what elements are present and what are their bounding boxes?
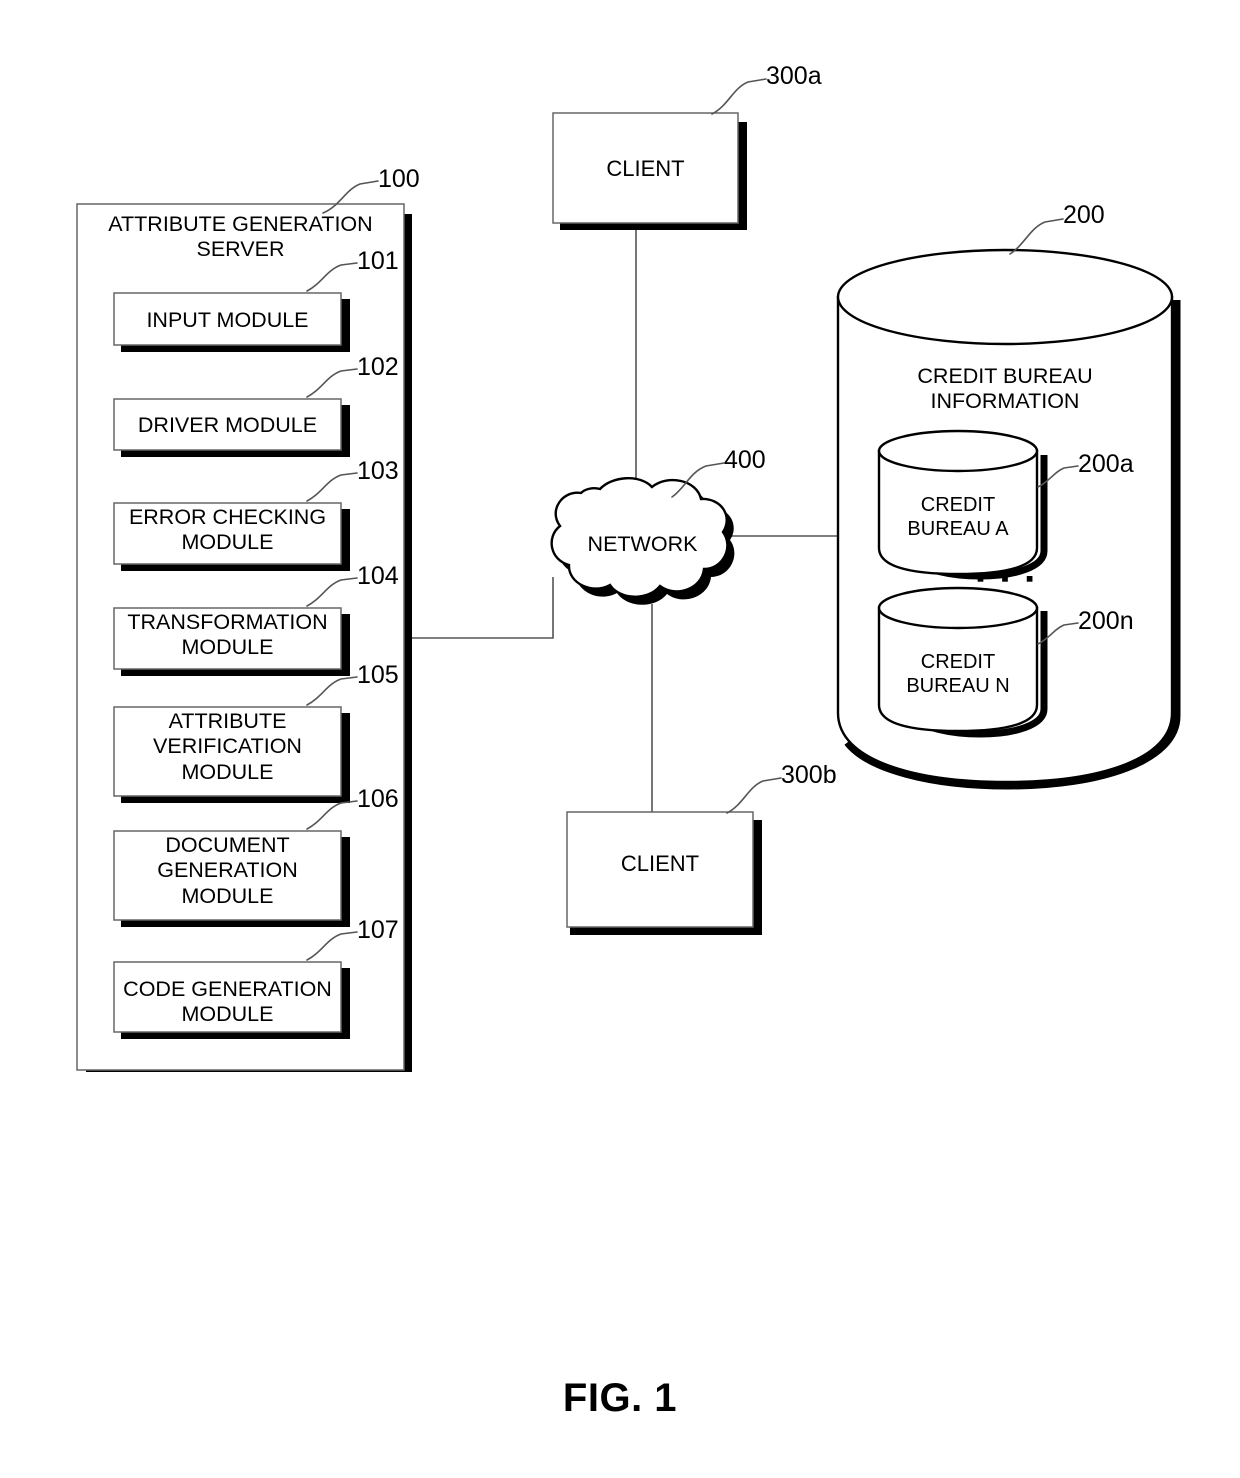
module-error-checking[interactable]: ERROR CHECKING MODULE bbox=[114, 505, 341, 556]
figure-caption: FIG. 1 bbox=[562, 1376, 678, 1420]
leader-300b bbox=[726, 777, 782, 814]
module-ref-104: 104 bbox=[357, 562, 399, 590]
module-code-generation[interactable]: CODE GENERATION MODULE bbox=[114, 977, 341, 1028]
module-driver[interactable]: DRIVER MODULE bbox=[114, 413, 341, 438]
server-ref-label: 100 bbox=[378, 165, 420, 193]
bureau-n-ref: 200n bbox=[1078, 607, 1134, 635]
leader-200 bbox=[1009, 218, 1064, 255]
module-attribute-verification[interactable]: ATTRIBUTE VERIFICATION MODULE bbox=[114, 709, 341, 785]
datastore-label: CREDIT BUREAU INFORMATION bbox=[917, 364, 1093, 414]
client-a-label[interactable]: CLIENT bbox=[553, 156, 738, 182]
module-ref-103: 103 bbox=[357, 457, 399, 485]
client-b-ref: 300b bbox=[781, 761, 837, 789]
datastore-ref: 200 bbox=[1063, 201, 1105, 229]
module-input[interactable]: INPUT MODULE bbox=[114, 308, 341, 333]
patent-figure: ATTRIBUTE GENERATION SERVER 100 INPUT MO… bbox=[0, 0, 1240, 1478]
client-a-ref: 300a bbox=[766, 62, 822, 90]
module-ref-102: 102 bbox=[357, 353, 399, 381]
bureau-a-label[interactable]: CREDIT BUREAU A bbox=[879, 494, 1037, 541]
bureau-ellipsis: ▪ ▪ ▪ bbox=[976, 565, 1039, 591]
server-title: ATTRIBUTE GENERATION SERVER bbox=[108, 212, 373, 262]
client-b-label[interactable]: CLIENT bbox=[567, 851, 753, 877]
leader-300a bbox=[711, 78, 767, 115]
bureau-n-label[interactable]: CREDIT BUREAU N bbox=[879, 651, 1037, 698]
module-ref-107: 107 bbox=[357, 916, 399, 944]
module-ref-105: 105 bbox=[357, 661, 399, 689]
module-document-generation[interactable]: DOCUMENT GENERATION MODULE bbox=[114, 833, 341, 909]
network-label[interactable]: NETWORK bbox=[555, 532, 730, 557]
module-transformation[interactable]: TRANSFORMATION MODULE bbox=[114, 610, 341, 661]
network-ref: 400 bbox=[724, 446, 766, 474]
bureau-a-ref: 200a bbox=[1078, 450, 1134, 478]
module-ref-101: 101 bbox=[357, 247, 399, 275]
module-ref-106: 106 bbox=[357, 785, 399, 813]
